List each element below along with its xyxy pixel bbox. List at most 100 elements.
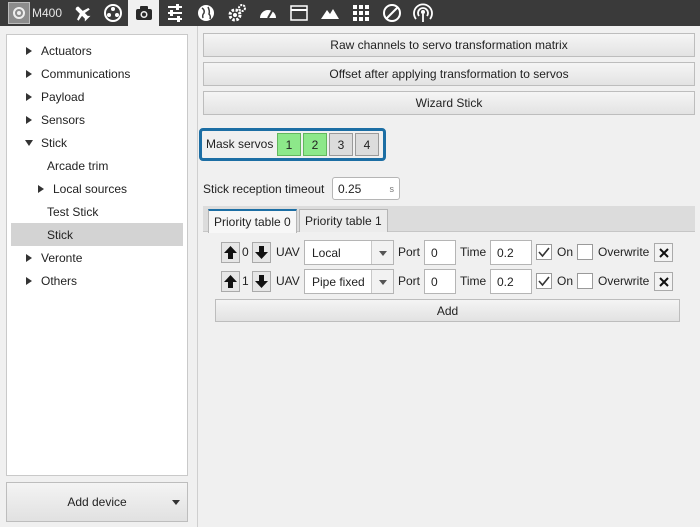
window-icon[interactable] [283,0,314,26]
mask-servo-2[interactable]: 2 [303,133,327,156]
tab-priority-table-1[interactable]: Priority table 1 [299,209,388,232]
add-device-button[interactable]: Add device [6,482,188,522]
camera-icon[interactable] [128,0,160,26]
globe-icon[interactable] [190,0,221,26]
sidebar-item-local-sources[interactable]: Local sources [11,177,183,200]
wizard-stick-button[interactable]: Wizard Stick [203,91,695,115]
sidebar-item-stick[interactable]: Stick [11,131,183,154]
grid-icon[interactable] [345,0,376,26]
overwrite-checkbox[interactable] [577,273,593,289]
sidebar-item-others[interactable]: Others [11,269,183,292]
chevron-down-icon[interactable] [172,500,180,505]
time-input[interactable]: 0.2 [490,269,532,294]
sliders-icon[interactable] [159,0,190,26]
sidebar-item-label: Communications [41,66,131,81]
triangle-right-icon[interactable] [25,276,33,285]
device-selector[interactable]: M400 [0,0,66,26]
stick-timeout-value: 0.25 [338,182,362,196]
sidebar-item-test-stick[interactable]: Test Stick [11,200,183,223]
sidebar-item-label: Actuators [41,43,92,58]
sidebar-item-label: Arcade trim [47,158,109,173]
triangle-down-icon[interactable] [25,139,33,147]
mask-servo-4[interactable]: 4 [355,133,379,156]
port-input[interactable]: 0 [424,269,456,294]
joystick-icon[interactable] [97,0,128,26]
mask-servos-label: Mask servos [206,137,274,151]
on-label: On [557,245,574,259]
sidebar-item-label: Others [41,273,78,288]
time-label: Time [460,245,487,259]
sidebar-item-arcade-trim[interactable]: Arcade trim [11,154,183,177]
panel-divider[interactable] [197,26,198,527]
mask-servos-group: Mask servos 1 2 3 4 [199,128,386,161]
stick-timeout-label: Stick reception timeout [203,182,325,196]
triangle-right-icon[interactable] [25,46,33,55]
triangle-right-icon[interactable] [25,69,33,78]
chevron-down-icon[interactable] [371,241,393,264]
time-input[interactable]: 0.2 [490,240,532,265]
device-icon [8,2,30,24]
port-label: Port [398,274,421,288]
sidebar-item-label: Stick [41,135,68,150]
raw-channels-button[interactable]: Raw channels to servo transformation mat… [203,33,695,57]
terrain-icon[interactable] [314,0,345,26]
sidebar-item-veronte[interactable]: Veronte [11,246,183,269]
uav-select-value: Local [312,246,341,260]
mask-servo-1[interactable]: 1 [277,133,301,156]
overwrite-label: Overwrite [598,274,650,288]
sidebar-item-label: Local sources [53,181,128,196]
port-input[interactable]: 0 [424,240,456,265]
uav-label: UAV [276,274,300,288]
sidebar-item-label: Sensors [41,112,86,127]
sidebar-item-label: Veronte [41,250,83,265]
uav-label: UAV [276,245,300,259]
uav-select[interactable]: Pipe fixed [304,269,394,294]
mask-servo-3[interactable]: 3 [329,133,353,156]
sidebar-item-label: Payload [41,89,85,104]
port-label: Port [398,245,421,259]
sidebar-tree: Actuators Communications Payload Sensors Sti… [6,34,188,476]
delete-row-icon[interactable] [654,272,673,291]
signal-icon[interactable] [407,0,438,26]
overwrite-checkbox[interactable] [577,244,593,260]
port-value: 0 [431,275,438,289]
row-index: 0 [242,245,249,259]
move-up-icon[interactable] [221,271,240,292]
gauge-icon[interactable] [252,0,283,26]
chevron-down-icon[interactable] [371,270,393,293]
move-down-icon[interactable] [252,271,271,292]
priority-tab-bar: Priority table 0 Priority table 1 [203,206,695,233]
sidebar-item-label: Test Stick [47,204,99,219]
time-value: 0.2 [497,246,514,260]
triangle-right-icon[interactable] [25,115,33,124]
triangle-right-icon[interactable] [25,92,33,101]
on-checkbox[interactable] [536,273,552,289]
airplane-icon[interactable] [66,0,97,26]
prohibited-icon[interactable] [376,0,407,26]
stick-timeout-field[interactable]: 0.25 s [332,177,400,200]
add-row-button[interactable]: Add [215,299,680,322]
row-index: 1 [242,274,249,288]
device-name: M400 [32,6,63,20]
overwrite-label: Overwrite [598,245,650,259]
uav-select[interactable]: Local [304,240,394,265]
sidebar-item-payload[interactable]: Payload [11,85,183,108]
move-up-icon[interactable] [221,242,240,263]
sidebar-item-sensors[interactable]: Sensors [11,108,183,131]
uav-select-value: Pipe fixed [312,275,365,289]
triangle-right-icon[interactable] [37,184,45,193]
sidebar-item-communications[interactable]: Communications [11,62,183,85]
on-checkbox[interactable] [536,244,552,260]
top-toolbar: M400 [0,0,700,26]
delete-row-icon[interactable] [654,243,673,262]
gears-icon[interactable] [221,0,252,26]
triangle-right-icon[interactable] [25,253,33,262]
move-down-icon[interactable] [252,242,271,263]
on-label: On [557,274,574,288]
offset-button[interactable]: Offset after applying transformation to … [203,62,695,86]
stick-timeout-unit: s [389,184,395,194]
tab-priority-table-0[interactable]: Priority table 0 [208,209,297,233]
time-value: 0.2 [497,275,514,289]
sidebar-item-stick[interactable]: Stick [11,223,183,246]
sidebar-item-actuators[interactable]: Actuators [11,39,183,62]
